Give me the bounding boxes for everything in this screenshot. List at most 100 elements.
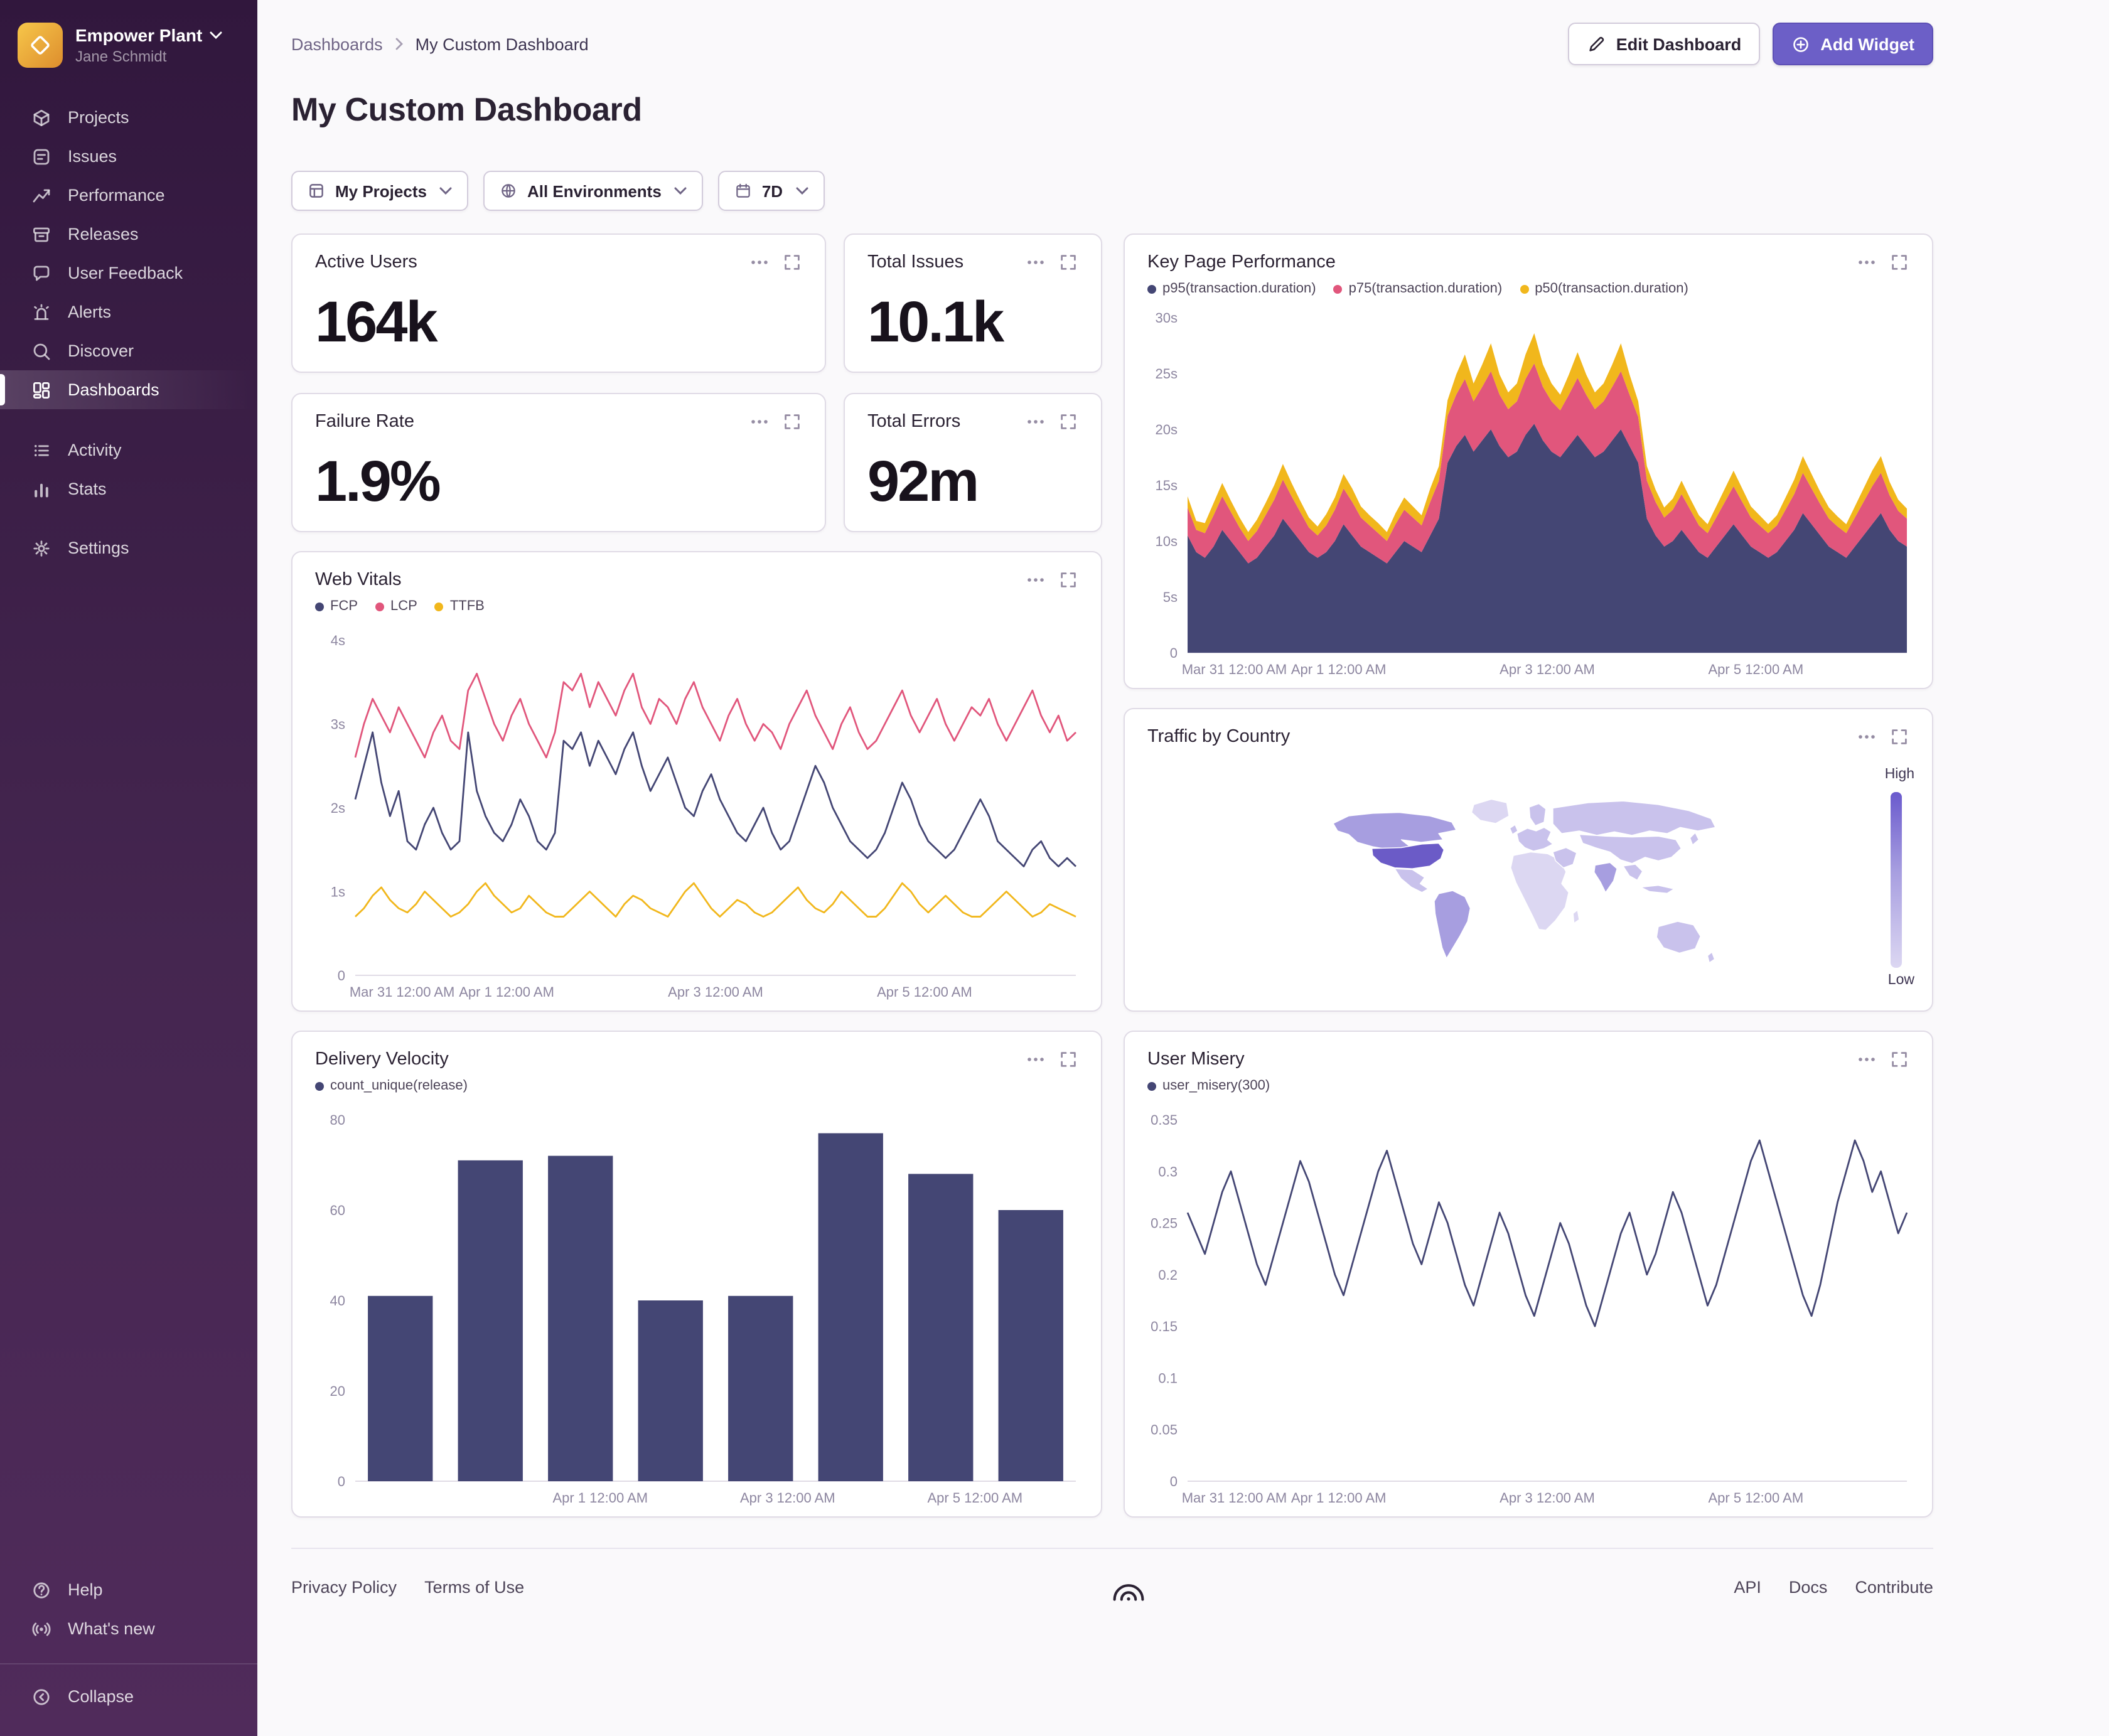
sidebar-item-user-feedback[interactable]: User Feedback [0, 254, 257, 292]
calendar-icon [734, 182, 752, 200]
sidebar-item-whats-new[interactable]: What's new [0, 1609, 257, 1648]
sidebar-item-settings[interactable]: Settings [0, 528, 257, 567]
sidebar-item-projects[interactable]: Projects [0, 98, 257, 137]
widget-expand-button[interactable] [1058, 1049, 1078, 1069]
svg-text:Mar 31 12:00 AM: Mar 31 12:00 AM [350, 984, 455, 1000]
widget-menu-button[interactable] [749, 252, 770, 272]
widget-menu-button[interactable] [1026, 412, 1046, 432]
sidebar-item-label: Performance [68, 186, 165, 205]
environments-filter[interactable]: All Environments [483, 171, 703, 211]
world-map[interactable] [1307, 777, 1746, 993]
svg-text:80: 80 [330, 1112, 345, 1128]
svg-text:0: 0 [338, 968, 345, 983]
contribute-link[interactable]: Contribute [1855, 1577, 1933, 1596]
map-region-uk[interactable] [1509, 824, 1518, 835]
user-feedback-icon [31, 263, 51, 283]
legend-item: p50(transaction.duration) [1520, 281, 1688, 296]
map-region-japan[interactable] [1689, 832, 1700, 845]
legend-dot [1147, 1081, 1156, 1090]
widget-expand-button[interactable] [1058, 412, 1078, 432]
sidebar-item-alerts[interactable]: Alerts [0, 292, 257, 331]
sidebar-item-releases[interactable]: Releases [0, 215, 257, 254]
widget-delivery-velocity: Delivery Velocity count_unique(release) … [291, 1031, 1102, 1518]
projects-filter[interactable]: My Projects [291, 171, 468, 211]
privacy-policy-link[interactable]: Privacy Policy [291, 1577, 397, 1596]
widget-expand-button[interactable] [1889, 727, 1909, 747]
bar[interactable] [818, 1133, 883, 1481]
sidebar-item-label: Alerts [68, 303, 112, 321]
sidebar-item-stats[interactable]: Stats [0, 469, 257, 508]
svg-text:30s: 30s [1156, 310, 1178, 326]
map-region-south-america[interactable] [1434, 890, 1471, 959]
map-region-india[interactable] [1594, 862, 1618, 893]
widget-menu-button[interactable] [749, 412, 770, 432]
widget-title: Web Vitals [315, 570, 402, 590]
user-misery-chart[interactable]: 0 0.05 0.1 0.15 0.2 0.25 0.3 0.35 Mar 31 12:00 A… [1137, 1107, 1914, 1509]
map-region-scandinavia[interactable] [1528, 803, 1547, 827]
docs-link[interactable]: Docs [1789, 1577, 1828, 1596]
widget-expand-button[interactable] [1058, 570, 1078, 590]
date-range-filter[interactable]: 7D [717, 171, 825, 211]
page-footer: Privacy Policy Terms of Use API Docs Con… [291, 1548, 1933, 1604]
sidebar-item-label: Discover [68, 341, 134, 360]
sidebar-item-collapse[interactable]: Collapse [0, 1677, 257, 1716]
key-page-performance-chart[interactable]: 0 5s 10s 15s 20s 25s 30s Mar 31 12:00 AM Apr 1 1… [1137, 305, 1914, 680]
dashboards-icon [31, 380, 51, 400]
filter-bar: My Projects All Environments 7D [291, 171, 1933, 211]
chart-legend: FCP LCP TTFB [315, 599, 1078, 614]
bar[interactable] [638, 1300, 703, 1481]
widget-menu-button[interactable] [1857, 727, 1877, 747]
breadcrumb-dashboards[interactable]: Dashboards [291, 35, 383, 53]
map-region-russia[interactable] [1552, 800, 1716, 836]
widget-menu-button[interactable] [1857, 1049, 1877, 1069]
svg-text:25s: 25s [1156, 366, 1178, 382]
edit-dashboard-button[interactable]: Edit Dashboard [1568, 23, 1761, 65]
bar[interactable] [908, 1174, 974, 1481]
activity-icon [31, 440, 51, 460]
widget-expand-button[interactable] [1889, 1049, 1909, 1069]
sidebar-item-issues[interactable]: Issues [0, 137, 257, 176]
widget-expand-button[interactable] [782, 412, 802, 432]
widget-title: Traffic by Country [1147, 727, 1291, 747]
widget-value: 92m [867, 448, 979, 513]
svg-text:2s: 2s [331, 800, 345, 816]
widget-expand-button[interactable] [782, 252, 802, 272]
widget-menu-button[interactable] [1857, 252, 1877, 272]
api-link[interactable]: API [1734, 1577, 1761, 1596]
widget-menu-button[interactable] [1026, 252, 1046, 272]
footer-links-left: Privacy Policy Terms of Use [291, 1577, 524, 1596]
projects-icon [31, 107, 51, 127]
bar[interactable] [998, 1210, 1063, 1481]
widget-menu-button[interactable] [1026, 1049, 1046, 1069]
bar[interactable] [368, 1295, 433, 1481]
map-region-europe[interactable] [1516, 827, 1554, 852]
bar[interactable] [548, 1155, 613, 1481]
map-region-china[interactable] [1579, 833, 1682, 864]
widget-expand-button[interactable] [1889, 252, 1909, 272]
bar[interactable] [728, 1295, 793, 1481]
map-region-mexico[interactable] [1394, 868, 1429, 893]
add-widget-button[interactable]: Add Widget [1773, 23, 1933, 65]
sidebar-item-discover[interactable]: Discover [0, 331, 257, 370]
terms-of-use-link[interactable]: Terms of Use [424, 1577, 524, 1596]
map-region-indonesia[interactable] [1640, 885, 1675, 894]
map-region-australia[interactable] [1656, 921, 1701, 954]
sidebar-item-help[interactable]: Help [0, 1570, 257, 1609]
widget-menu-button[interactable] [1026, 570, 1046, 590]
map-region-new-zealand[interactable] [1707, 951, 1715, 963]
svg-text:0.2: 0.2 [1158, 1267, 1178, 1283]
bar[interactable] [458, 1160, 523, 1481]
sidebar-item-performance[interactable]: Performance [0, 176, 257, 215]
widget-expand-button[interactable] [1058, 252, 1078, 272]
breadcrumb: Dashboards My Custom Dashboard [291, 35, 589, 53]
delivery-velocity-chart[interactable]: 0 20 40 60 80 Apr 1 12:00 AM Apr 3 12:00 AM Apr… [305, 1107, 1083, 1509]
web-vitals-chart[interactable]: 0 1s 2s 3s 4s Mar 31 12:00 AM Apr 1 12:00 AM Ap… [305, 628, 1083, 1003]
widget-title: User Misery [1147, 1049, 1245, 1069]
sidebar-item-dashboards[interactable]: Dashboards [0, 370, 257, 409]
alerts-icon [31, 302, 51, 322]
map-region-madagascar[interactable] [1572, 909, 1580, 924]
org-switcher[interactable]: Empower Plant Jane Schmidt [0, 18, 257, 80]
map-region-greenland[interactable] [1471, 798, 1510, 824]
sidebar-item-activity[interactable]: Activity [0, 431, 257, 469]
map-region-se-asia[interactable] [1623, 864, 1643, 881]
